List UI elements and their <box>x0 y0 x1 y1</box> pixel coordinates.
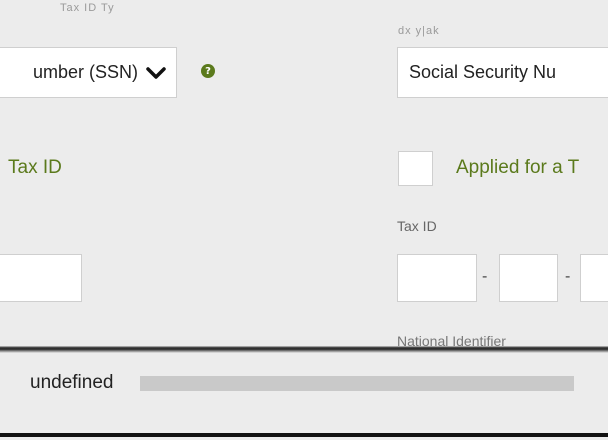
tax-id-type-label-right-clipped: dx y|ak <box>398 25 440 37</box>
national-identifier-placeholder-bar <box>140 376 574 391</box>
tax-id-segment-2[interactable] <box>499 254 558 302</box>
tax-id-separator: - <box>565 268 571 285</box>
tax-id-type-select[interactable]: umber (SSN) <box>0 47 177 98</box>
national-identifier-value: undefined <box>30 372 114 393</box>
tax-id-heading: Tax ID <box>8 157 62 178</box>
tax-id-label: Tax ID <box>397 218 437 234</box>
applied-for-tax-id-label: Applied for a T <box>456 157 580 178</box>
tax-id-type-field-right[interactable]: Social Security Nu <box>397 47 608 98</box>
tax-id-separator: - <box>482 268 488 285</box>
bottom-divider <box>0 433 608 437</box>
question-circle-icon[interactable]: ? <box>201 64 215 78</box>
tax-id-input-left[interactable] <box>0 254 82 302</box>
tax-id-segment-1[interactable] <box>397 254 477 302</box>
chevron-down-icon <box>146 66 166 79</box>
tax-id-segment-3[interactable] <box>580 254 608 302</box>
glitch-separator <box>0 343 608 353</box>
tax-id-type-label-clipped: Tax ID Ty <box>60 2 115 14</box>
tax-id-type-selected-value: umber (SSN) <box>32 62 138 82</box>
applied-for-tax-id-checkbox[interactable] <box>398 151 433 186</box>
